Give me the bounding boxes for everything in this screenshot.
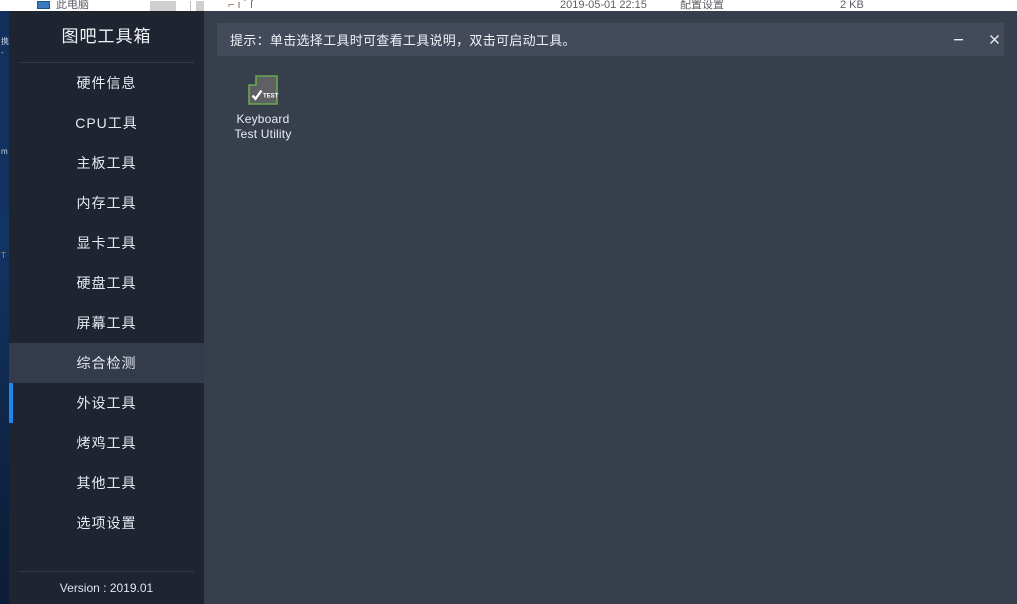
sidebar-item-memory-tools[interactable]: 内存工具: [9, 183, 204, 223]
background-row-date: 2019-05-01 22:15: [560, 0, 647, 11]
sidebar-item-label: CPU工具: [75, 115, 138, 131]
background-toolbar-divider: [190, 1, 191, 11]
minimize-button[interactable]: [943, 23, 973, 56]
icon-badge-text: TEST: [263, 94, 279, 100]
minimize-icon: [953, 39, 963, 41]
background-toolbar-button-2: [196, 1, 204, 11]
background-explorer-window: 此电脑 ⌐ ı ˙ ſ 2019-05-01 22:15 配置设置 2 KB: [0, 0, 1017, 11]
sidebar-item-options-settings[interactable]: 选项设置: [9, 503, 204, 543]
sidebar-footer: Version : 2019.01: [9, 571, 204, 604]
sidebar-item-label: 显卡工具: [76, 235, 137, 251]
content-pane: 提示：单击选择工具时可查看工具说明，双击可启动工具。 TEST Keyboard…: [204, 11, 1017, 604]
sidebar-item-disk-tools[interactable]: 硬盘工具: [9, 263, 204, 303]
hint-bar: 提示：单击选择工具时可查看工具说明，双击可启动工具。: [217, 23, 1004, 56]
version-label: Version : 2019.01: [59, 581, 154, 595]
sidebar-nav[interactable]: 硬件信息 CPU工具 主板工具 内存工具 显卡工具 硬盘工具 屏幕工具 综合检测…: [9, 63, 204, 543]
tool-tile-keyboard-test-utility[interactable]: TEST Keyboard Test Utility: [217, 73, 309, 142]
desktop-background: 此电脑 ⌐ ı ˙ ſ 2019-05-01 22:15 配置设置 2 KB 携…: [0, 0, 1017, 604]
sidebar-item-other-tools[interactable]: 其他工具: [9, 463, 204, 503]
tool-grid: TEST Keyboard Test Utility: [217, 69, 1004, 142]
sidebar-item-peripheral-tools[interactable]: 外设工具: [9, 383, 204, 423]
sidebar-item-label: 主板工具: [76, 155, 137, 171]
sidebar-item-hardware-info[interactable]: 硬件信息: [9, 63, 204, 103]
sidebar-item-gpu-tools[interactable]: 显卡工具: [9, 223, 204, 263]
sidebar-item-label: 硬件信息: [76, 75, 137, 91]
sidebar-item-screen-tools[interactable]: 屏幕工具: [9, 303, 204, 343]
tool-label-line-2: Test Utility: [234, 127, 292, 141]
toolbox-window: 图吧工具箱 硬件信息 CPU工具 主板工具 内存工具 显卡工具 硬盘工具 屏幕工…: [9, 11, 1017, 604]
background-shortcut-label: 此电脑: [56, 0, 89, 11]
sidebar-item-label: 其他工具: [76, 475, 137, 491]
sidebar-item-label: 内存工具: [76, 195, 137, 211]
sidebar-item-motherboard-tools[interactable]: 主板工具: [9, 143, 204, 183]
sidebar-item-label: 选项设置: [76, 515, 137, 531]
app-title: 图吧工具箱: [61, 27, 152, 46]
hint-text: 提示：单击选择工具时可查看工具说明，双击可启动工具。: [230, 33, 576, 48]
sidebar: 图吧工具箱 硬件信息 CPU工具 主板工具 内存工具 显卡工具 硬盘工具 屏幕工…: [9, 11, 204, 604]
background-window-left-column: 携 - m T: [0, 11, 9, 604]
sidebar-item-label: 烤鸡工具: [76, 435, 137, 451]
close-button[interactable]: [979, 23, 1009, 56]
sidebar-item-label: 屏幕工具: [76, 315, 137, 331]
tool-label-line-1: Keyboard: [236, 112, 290, 126]
sidebar-item-cpu-tools[interactable]: CPU工具: [9, 103, 204, 143]
sidebar-item-comprehensive-test[interactable]: 综合检测: [9, 343, 204, 383]
background-fragment-1: 携: [1, 37, 9, 46]
background-fragment-4: T: [1, 251, 6, 260]
sidebar-item-label: 综合检测: [76, 355, 137, 371]
background-row-size: 2 KB: [840, 0, 864, 11]
keyboard-test-utility-icon: TEST: [246, 73, 280, 107]
background-row-type: 配置设置: [680, 0, 724, 11]
close-icon: [989, 35, 999, 44]
sidebar-item-stress-test-tools[interactable]: 烤鸡工具: [9, 423, 204, 463]
this-pc-icon: [36, 0, 52, 11]
background-fragment-2: -: [1, 48, 4, 57]
background-file-icon-row: ⌐ ı ˙ ſ: [228, 0, 253, 11]
sidebar-item-label: 硬盘工具: [76, 275, 137, 291]
background-toolbar-button: [150, 1, 176, 11]
sidebar-item-label: 外设工具: [76, 395, 137, 411]
background-fragment-3: m: [1, 147, 8, 156]
